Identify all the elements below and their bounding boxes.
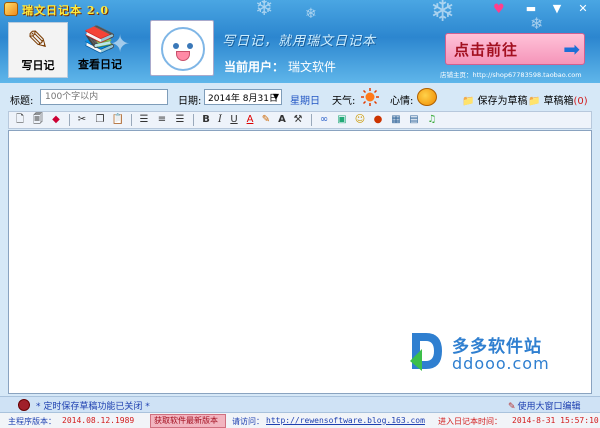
folder-icon: 📁 xyxy=(462,96,475,107)
current-user: 当前用户： 瑞文软件 xyxy=(224,58,336,75)
save-draft-label: 保存为草稿 xyxy=(477,96,528,107)
enter-time-label: 进入日记本时间： xyxy=(438,417,502,426)
slogan: 写日记，就用瑞文日记本 xyxy=(222,34,377,49)
grid-icon[interactable]: ▤ xyxy=(407,113,421,127)
write-diary-button[interactable]: ✎ 写日记 xyxy=(8,22,68,78)
version-value: 2014.08.12.1989 xyxy=(62,416,135,425)
mood-label: 心情: xyxy=(390,96,414,107)
date-label: 日期: xyxy=(178,96,202,107)
skin-icon[interactable]: ♥ xyxy=(493,2,505,17)
minimize-button[interactable]: ▬ xyxy=(522,1,540,16)
app-logo-icon xyxy=(4,2,18,16)
get-update-link[interactable]: 获取软件最新版本 xyxy=(150,414,226,428)
title-bar: 瑞文日记本 2.0 ♥ ▬ ▼ ✕ xyxy=(0,0,600,18)
promo-banner[interactable]: 点击前往 ➡ xyxy=(445,33,585,65)
music-icon[interactable]: ♫ xyxy=(425,113,439,127)
book-icon: 📚 xyxy=(83,25,117,55)
sun-icon[interactable] xyxy=(361,88,379,106)
align-right-icon[interactable]: ☰ xyxy=(173,113,187,127)
big-window-label: 使用大窗口编辑 xyxy=(517,402,581,412)
enter-time-value: 2014-8-31 15:57:10 xyxy=(512,416,599,425)
autosave-bar: * 定时保存草稿功能已关闭 * ✎ 使用大窗口编辑 xyxy=(0,396,600,412)
pencil-icon: ✎ xyxy=(27,26,49,56)
avatar xyxy=(150,20,214,76)
align-center-icon[interactable]: ≡ xyxy=(155,113,169,127)
table-icon[interactable]: ▦ xyxy=(389,113,403,127)
emoji-icon[interactable]: ☺ xyxy=(353,113,367,127)
big-window-button[interactable]: ✎ 使用大窗口编辑 xyxy=(508,399,581,412)
write-diary-label: 写日记 xyxy=(21,59,55,72)
draft-box-button[interactable]: 📁 草稿箱(0) xyxy=(528,92,588,107)
font-color-icon[interactable]: A xyxy=(243,113,257,127)
view-diary-label: 查看日记 xyxy=(78,58,122,71)
edit-icon: ✎ xyxy=(508,402,516,412)
save-draft-button[interactable]: 📁 保存为草稿 xyxy=(462,92,527,107)
watermark-en: ddooo.com xyxy=(452,354,550,373)
copy-icon[interactable]: ❐ xyxy=(93,113,107,127)
alarm-icon[interactable] xyxy=(18,399,30,411)
weekday: 星期日 xyxy=(290,96,320,107)
ddooo-logo-icon xyxy=(410,333,442,371)
date-picker[interactable]: 2014年 8月31日 ▼ xyxy=(204,89,282,105)
image-icon[interactable]: ▣ xyxy=(335,113,349,127)
paste-icon[interactable]: 📋 xyxy=(111,113,125,127)
eraser-icon[interactable]: ◆ xyxy=(49,113,63,127)
entry-form-row: 标题: 日期: 2014年 8月31日 ▼ 星期日 天气: 心情: 📁保存为草稿… xyxy=(0,83,600,111)
new-doc-icon[interactable]: 🗋 xyxy=(13,113,27,127)
weather-label: 天气: xyxy=(332,96,356,107)
visit-label: 请访问： xyxy=(232,417,264,426)
tools-icon[interactable]: ⚒ xyxy=(291,113,305,127)
smiley-icon xyxy=(161,27,205,71)
flash-icon[interactable]: ● xyxy=(371,113,385,127)
align-left-icon[interactable]: ☰ xyxy=(137,113,151,127)
current-user-label: 当前用户： xyxy=(224,60,285,74)
autosave-status: * 定时保存草稿功能已关闭 * xyxy=(36,402,150,412)
close-button[interactable]: ✕ xyxy=(574,1,592,16)
highlight-icon[interactable]: ✎ xyxy=(259,113,273,127)
date-value: 2014年 8月31日 xyxy=(208,94,278,104)
window-title: 瑞文日记本 2.0 xyxy=(22,4,109,17)
current-user-value: 瑞文软件 xyxy=(288,60,337,74)
draft-box-label: 草稿箱 xyxy=(543,96,574,107)
underline-icon[interactable]: U xyxy=(227,113,241,127)
draft-count: (0) xyxy=(573,96,588,107)
title-label: 标题: xyxy=(10,96,34,107)
shop-link[interactable]: 店铺主页：http://shop67783598.taobao.com xyxy=(440,69,582,79)
restore-button[interactable]: ▼ xyxy=(548,1,566,16)
cut-icon[interactable]: ✂ xyxy=(75,113,89,127)
chevron-down-icon: ▼ xyxy=(272,92,279,101)
watermark: 多多软件站 ddooo.com xyxy=(408,331,558,377)
font-size-icon[interactable]: A xyxy=(275,113,289,127)
view-diary-button[interactable]: 📚 查看日记 xyxy=(70,22,130,78)
bold-icon[interactable]: B xyxy=(199,113,213,127)
info-bar: 主程序版本： 2014.08.12.1989 获取软件最新版本 请访问： htt… xyxy=(0,412,600,428)
version-label: 主程序版本： xyxy=(8,417,56,426)
italic-icon[interactable]: I xyxy=(213,113,227,127)
title-input[interactable] xyxy=(40,89,168,105)
banner-text: 点击前往 xyxy=(454,41,519,59)
mood-face-icon[interactable] xyxy=(417,88,437,106)
format-toolbar: 🗋 🗐 ◆ ✂ ❐ 📋 ☰ ≡ ☰ B I U A ✎ A ⚒ ∞ ▣ ☺ ● … xyxy=(8,111,592,129)
folder-icon: 📁 xyxy=(528,96,541,107)
arrow-right-icon: ➡ xyxy=(563,37,580,61)
app-header: ❄ ❄ ❄ ✦ ❄ 瑞文日记本 2.0 ♥ ▬ ▼ ✕ ✎ 写日记 📚 查看日记… xyxy=(0,0,600,83)
open-doc-icon[interactable]: 🗐 xyxy=(31,113,45,127)
link-icon[interactable]: ∞ xyxy=(317,113,331,127)
visit-url-link[interactable]: http://rewensoftware.blog.163.com xyxy=(266,416,425,425)
